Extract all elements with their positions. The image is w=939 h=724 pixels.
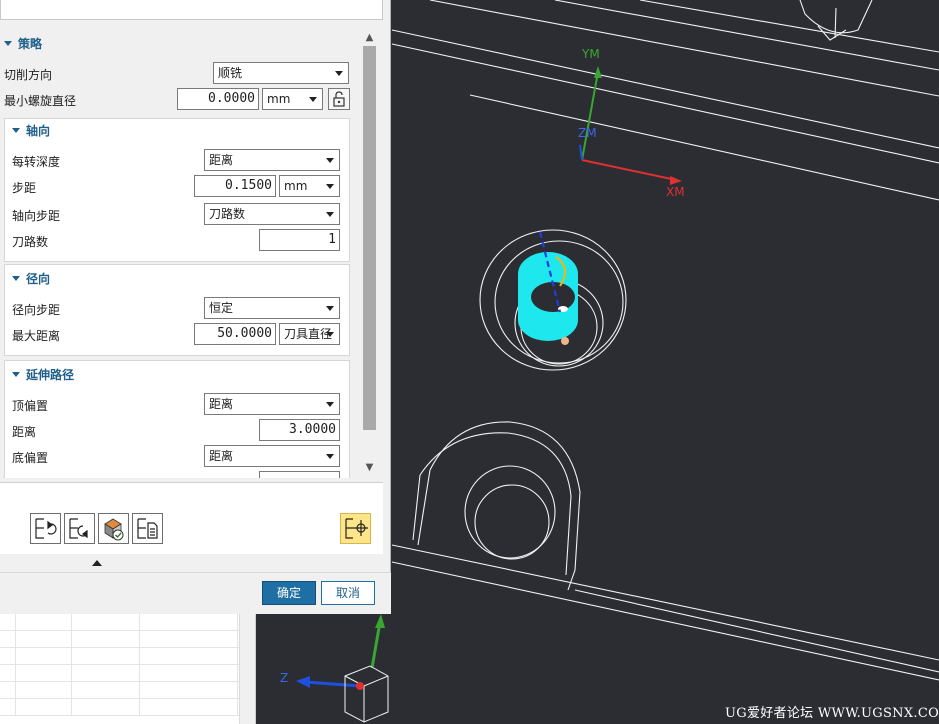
min-helix-diameter-input[interactable]: 0.0000 [177, 88, 259, 110]
wcs-x-label: XM [666, 185, 685, 199]
top-offset-select[interactable]: 距离 [204, 393, 340, 415]
max-distance-input[interactable]: 50.0000 [194, 323, 276, 345]
extend-path-title: 延伸路径 [26, 368, 75, 382]
axial-step-label: 轴向步距 [12, 209, 61, 223]
dialog-top-field [0, 0, 383, 20]
step-input[interactable]: 0.1500 [194, 175, 276, 197]
axial-header[interactable]: 轴向 [12, 122, 50, 139]
ok-button[interactable]: 确定 [262, 581, 316, 605]
triad-z-label: Z [280, 671, 289, 685]
chevron-down-icon [309, 97, 317, 102]
operation-navigator-table[interactable] [0, 614, 256, 724]
cut-direction-label: 切削方向 [4, 68, 53, 82]
num-passes-label: 刀路数 [12, 235, 49, 249]
radial-title: 径向 [26, 272, 51, 286]
axial-step-select[interactable]: 刀路数 [204, 203, 340, 225]
bottom-offset-value: 距离 [209, 449, 234, 463]
chevron-down-icon [326, 306, 334, 311]
forum-watermark: UG爱好者论坛 WWW.UGSNX.COM [725, 706, 939, 721]
collapse-toggle[interactable] [0, 554, 383, 572]
action-toolbar [0, 482, 383, 554]
chevron-down-icon [326, 212, 334, 217]
dialog-footer: 确定 取消 [0, 572, 391, 614]
cut-direction-select[interactable]: 顺铣 [213, 62, 349, 84]
step-unit-select[interactable]: mm [279, 175, 340, 197]
parameter-scroll-pane: 策略 切削方向 顺铣 最小螺旋直径 0.0000 mm 轴向 每转深度 距离 步… [0, 30, 360, 478]
parameter-scrollbar[interactable]: ▲ ▼ [361, 30, 378, 478]
collapse-triangle-icon [12, 276, 20, 281]
radial-header[interactable]: 径向 [12, 270, 50, 287]
min-helix-unit-select[interactable]: mm [262, 88, 323, 110]
axial-step-value: 刀路数 [209, 207, 246, 221]
distance-label: 距离 [12, 425, 37, 439]
min-helix-diameter-label: 最小螺旋直径 [4, 94, 77, 108]
wcs-z-label: ZM [578, 126, 597, 140]
step-label: 步距 [12, 181, 37, 195]
min-helix-unit-value: mm [267, 92, 291, 106]
chevron-down-icon [326, 158, 334, 163]
radial-step-label: 径向步距 [12, 303, 61, 317]
scroll-up-icon[interactable]: ▲ [361, 30, 378, 46]
bottom-offset-select[interactable]: 距离 [204, 445, 340, 467]
depth-per-rev-label: 每转深度 [12, 155, 61, 169]
chevron-down-icon [335, 71, 343, 76]
bottom-offset-label: 底偏置 [12, 451, 49, 465]
num-passes-input[interactable]: 1 [259, 229, 340, 251]
chevron-down-icon [326, 402, 334, 407]
axial-title: 轴向 [26, 124, 51, 138]
radial-step-select[interactable]: 恒定 [204, 297, 340, 319]
distance-input[interactable]: 3.0000 [259, 419, 340, 441]
max-distance-label: 最大距离 [12, 329, 61, 343]
collapse-triangle-icon [12, 372, 20, 377]
depth-per-rev-value: 距离 [209, 153, 234, 167]
max-distance-unit-value: 刀具直径 [284, 327, 333, 341]
list-icon[interactable] [132, 513, 163, 544]
scrollbar-thumb[interactable] [363, 46, 376, 430]
display-path-icon[interactable] [340, 513, 371, 544]
chevron-down-icon [326, 184, 334, 189]
wcs-y-label: YM [582, 47, 600, 61]
extend-path-header[interactable]: 延伸路径 [12, 366, 74, 383]
table-scrollbar[interactable] [239, 614, 255, 724]
cut-direction-value: 顺铣 [218, 66, 243, 80]
chevron-up-icon [92, 560, 102, 566]
replay-icon[interactable] [64, 513, 95, 544]
collapse-triangle-icon [12, 128, 20, 133]
verify-icon[interactable] [98, 513, 129, 544]
strategy-title: 策略 [18, 37, 43, 51]
unlock-icon[interactable] [328, 88, 350, 110]
top-offset-label: 顶偏置 [12, 399, 49, 413]
top-offset-value: 距离 [209, 397, 234, 411]
chevron-down-icon [326, 332, 334, 337]
step-unit-value: mm [284, 179, 308, 193]
chevron-down-icon [326, 454, 334, 459]
cancel-button[interactable]: 取消 [321, 581, 375, 605]
partial-field-input[interactable] [259, 471, 340, 478]
scroll-down-icon[interactable]: ▼ [361, 460, 378, 476]
collapse-triangle-icon [4, 41, 12, 46]
depth-per-rev-select[interactable]: 距离 [204, 149, 340, 171]
generate-icon[interactable] [30, 513, 61, 544]
strategy-header[interactable]: 策略 [4, 35, 42, 52]
cut-parameters-dialog: 策略 切削方向 顺铣 最小螺旋直径 0.0000 mm 轴向 每转深度 距离 步… [0, 0, 391, 614]
max-distance-unit-select[interactable]: 刀具直径 [279, 323, 340, 345]
radial-step-value: 恒定 [209, 301, 234, 315]
